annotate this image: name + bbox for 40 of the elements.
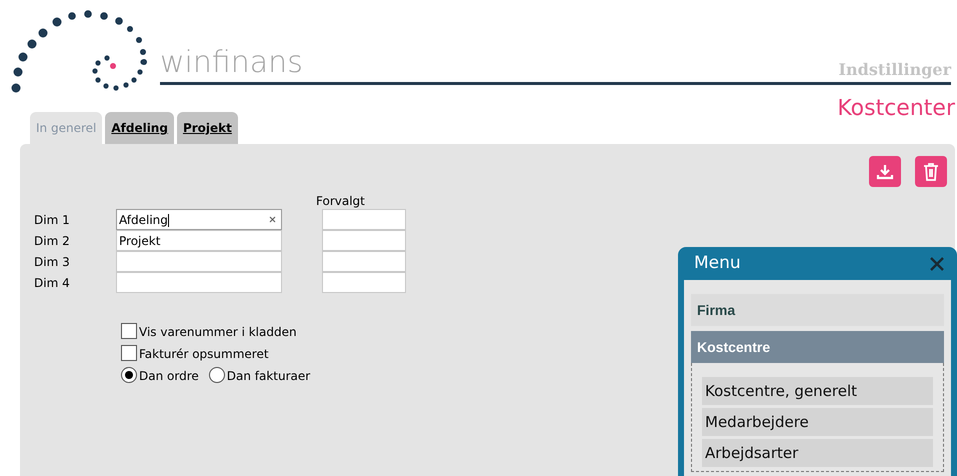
field-label: Dim 4 (34, 274, 71, 292)
submenu-item[interactable]: Arbejdsarter (702, 439, 933, 467)
field-label: Dim 1 (34, 212, 71, 228)
input-field[interactable] (116, 272, 282, 293)
field-label: Dim 2 (34, 232, 71, 250)
menu-section[interactable]: Kostcentre (691, 331, 944, 363)
menu-section[interactable]: Firma (691, 294, 944, 326)
brand-name: winfinans (160, 48, 303, 78)
checkbox[interactable] (121, 323, 137, 339)
field-value: Projekt (119, 232, 162, 250)
download-button[interactable] (869, 156, 901, 187)
column-heading: Forvalgt (316, 193, 365, 209)
input-field[interactable] (322, 230, 406, 251)
radio-button[interactable] (208, 367, 225, 383)
checkbox-label: Vis varenummer i kladden (139, 326, 297, 339)
input-field[interactable] (322, 209, 406, 230)
trash-icon (922, 162, 940, 182)
input-field[interactable]: Afdeling (116, 209, 282, 230)
close-icon[interactable] (929, 256, 945, 272)
tab[interactable]: Afdeling (105, 112, 174, 144)
radio-button[interactable] (121, 367, 137, 383)
clear-icon[interactable] (269, 216, 276, 223)
submenu-item[interactable]: Medarbejdere (702, 408, 933, 436)
checkbox-label: Fakturér opsummeret (139, 348, 269, 361)
tab[interactable]: Projekt (176, 112, 238, 144)
input-field[interactable] (322, 251, 406, 272)
input-field[interactable] (116, 251, 282, 272)
section-title: Indstillinger (838, 62, 951, 78)
radio-label: Dan fakturaer (226, 370, 310, 383)
field-label: Dim 3 (34, 254, 71, 270)
delete-button[interactable] (915, 156, 947, 187)
submenu-item[interactable]: Kostcentre, generelt (702, 377, 933, 405)
input-field[interactable] (322, 272, 406, 293)
page-title: Kostcenter (837, 98, 955, 120)
menu-title: Menu (694, 252, 741, 275)
field-value: Afdeling (119, 212, 170, 228)
input-field[interactable]: Projekt (116, 230, 282, 251)
download-icon (876, 162, 894, 180)
radio-label: Dan ordre (139, 370, 199, 383)
checkbox[interactable] (121, 345, 137, 361)
